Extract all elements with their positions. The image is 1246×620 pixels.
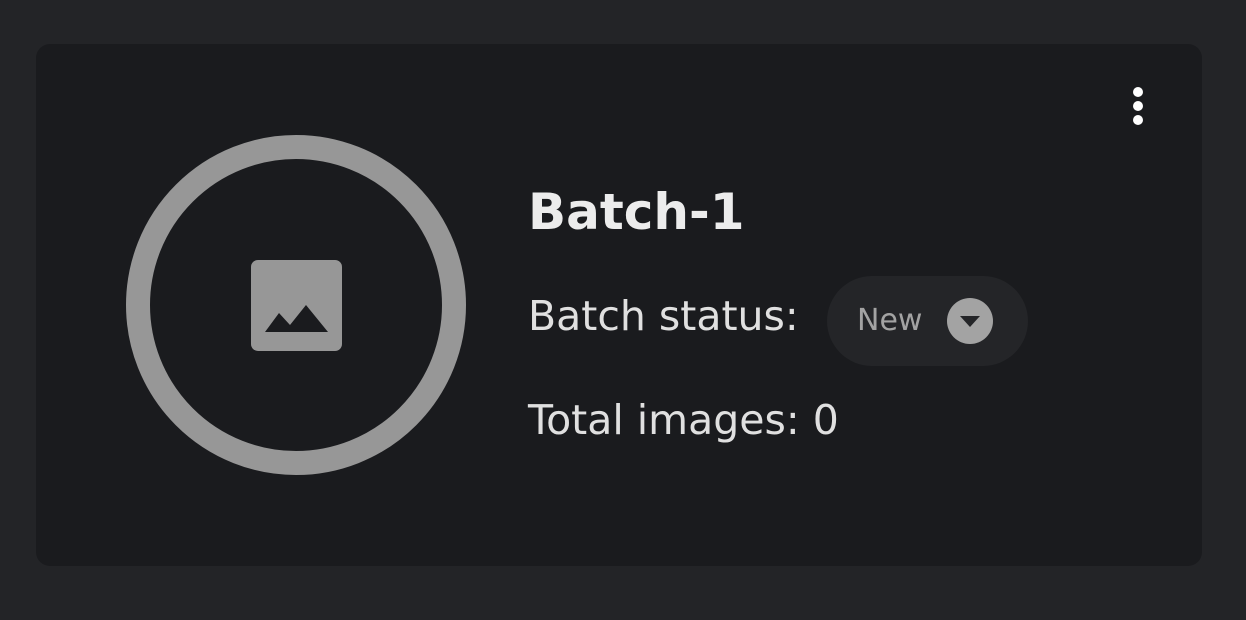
batch-title: Batch-1 xyxy=(528,183,745,241)
batch-card[interactable]: Batch-1 Batch status: New Total images: … xyxy=(36,44,1202,566)
total-images-text: Total images: 0 xyxy=(528,396,839,444)
batch-status-value: New xyxy=(857,303,923,338)
batch-status-dropdown[interactable]: New xyxy=(827,276,1028,366)
image-icon xyxy=(251,260,342,351)
more-options-button[interactable] xyxy=(1120,84,1156,128)
batch-status-label: Batch status: xyxy=(528,292,799,340)
chevron-down-icon xyxy=(947,298,993,344)
